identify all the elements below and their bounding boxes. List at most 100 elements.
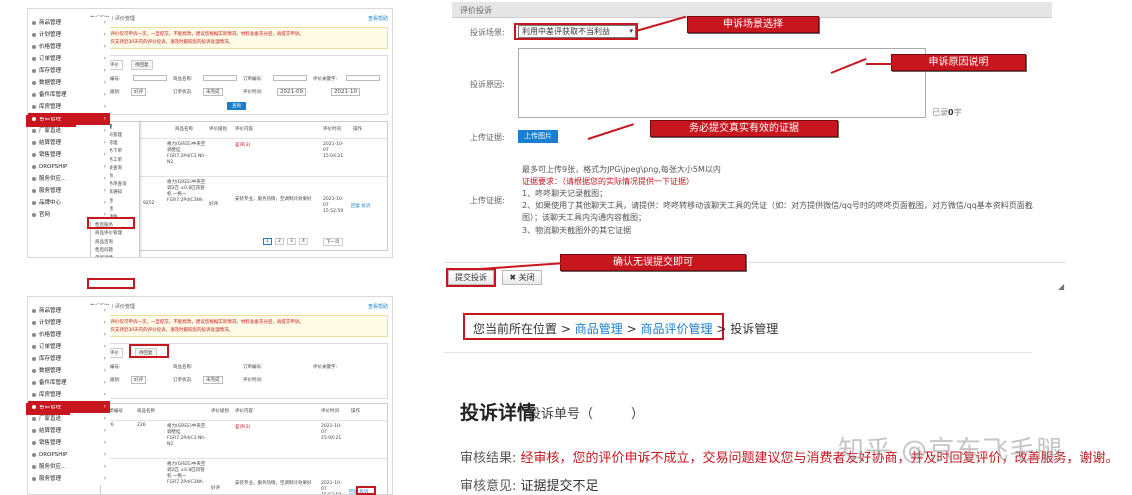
- flyout-item[interactable]: 商品评价管理: [95, 230, 122, 236]
- filter-panel: 全部评价 待回复 商品编号: 商品名称: 订单编号: 评价关键字: 评价级别: …: [90, 55, 388, 115]
- menu-dot-icon: [32, 128, 36, 133]
- sidebar-item[interactable]: 官网 ›: [28, 209, 110, 221]
- sidebar-item-label: 订单管理: [39, 56, 62, 62]
- sidebar-item[interactable]: 厂家直送 ›: [28, 413, 110, 425]
- sidebar-item[interactable]: 库房管理 ›: [28, 389, 110, 401]
- sidebar-item[interactable]: 结算管理 ›: [28, 425, 110, 437]
- col-level: 评价级别: [211, 409, 229, 414]
- row-product-name: 格力(GREE)中央空调2匹 ±0.8匹风管机 一拖一 FGR7.2Pd/C3N…: [167, 462, 206, 485]
- product-id-input[interactable]: [133, 75, 167, 81]
- pager-page-4[interactable]: 4: [299, 238, 308, 245]
- sidebar-item[interactable]: DROPSHIP ›: [28, 161, 110, 173]
- menu-dot-icon: [32, 428, 36, 433]
- sidebar-item[interactable]: 备件库管理 ›: [28, 377, 110, 389]
- date-from-input[interactable]: 2021-09: [277, 88, 306, 96]
- sidebar-item[interactable]: 销售管理 ›: [28, 437, 110, 449]
- tab-pending[interactable]: 待回复: [131, 60, 153, 70]
- col-content: 评价内容: [235, 127, 253, 132]
- location-breadcrumb: 您当前所在位置 > 商品管理 > 商品评价管理 > 投诉管理: [463, 313, 778, 340]
- sidebar-item[interactable]: 服务供应... ›: [28, 173, 110, 185]
- menu-dot-icon: [32, 116, 36, 121]
- flyout-item[interactable]: 商品咨询: [95, 239, 113, 245]
- rating-select[interactable]: 好评: [131, 88, 146, 96]
- sidebar-item[interactable]: 库存管理 ›: [28, 65, 110, 77]
- status-select[interactable]: 未完成: [203, 376, 223, 384]
- sidebar-item[interactable]: 厂家直送 ›: [28, 125, 110, 137]
- tab-pending[interactable]: 待回复: [135, 348, 157, 358]
- flyout-item[interactable]: 售后服务: [95, 222, 113, 228]
- sidebar-item[interactable]: 库房管理 ›: [28, 101, 110, 113]
- resize-handle-icon[interactable]: ◢: [1058, 282, 1064, 291]
- breadcrumb-link-product[interactable]: 商品管理: [575, 322, 623, 336]
- sidebar-item[interactable]: DROPSHIP ›: [28, 449, 110, 461]
- sidebar-item[interactable]: 品牌中心 ›: [28, 197, 110, 209]
- flyout-item[interactable]: 售后问题: [95, 247, 113, 253]
- row-time: 2021-10-07 15:04:21: [321, 424, 342, 441]
- sidebar-item[interactable]: 订单管理 ›: [28, 53, 110, 65]
- scene-select[interactable]: 利用中差评获取不当利益 ▾: [518, 25, 636, 38]
- menu-dot-icon: [32, 308, 36, 313]
- row-time: 2021-10-07 15:52:59: [323, 197, 344, 214]
- pager-next[interactable]: 下一页: [323, 238, 343, 246]
- pager-page-3[interactable]: 3: [287, 238, 296, 245]
- screenshot-top-left: 售后服务 / 评价管理 查看帮助 1、每条评价仅可申诉一次，一旦提交，不能修改，…: [27, 8, 393, 258]
- col-product: 商品名称: [175, 127, 193, 132]
- menu-dot-icon: [32, 404, 36, 409]
- sidebar-item[interactable]: 商品管理 ›: [28, 305, 110, 317]
- row-actions[interactable]: 回复 投诉: [351, 203, 370, 209]
- filter-order-id: 订单编号:: [243, 365, 263, 370]
- sidebar-item[interactable]: 计划管理 ›: [28, 317, 110, 329]
- sidebar-item[interactable]: 服务供应... ›: [28, 461, 110, 473]
- sidebar-item-label: 服务管理: [39, 188, 62, 194]
- sidebar-item[interactable]: 备件库管理 ›: [28, 89, 110, 101]
- close-button[interactable]: ✖ 关闭: [502, 270, 542, 285]
- flyout-item[interactable]: 单据详情: [95, 255, 113, 257]
- col-op: 操作: [353, 127, 362, 132]
- sidebar-item[interactable]: 计划管理 ›: [28, 29, 110, 41]
- query-button[interactable]: 查询: [227, 102, 246, 110]
- menu-dot-icon: [32, 92, 36, 97]
- rating-select[interactable]: 好评: [131, 376, 146, 384]
- sidebar-item[interactable]: 价格管理 ›: [28, 41, 110, 53]
- help-link[interactable]: 查看帮助: [368, 303, 388, 310]
- sidebar-item[interactable]: 数据管理 ›: [28, 77, 110, 89]
- callout-line-reason-2: [866, 63, 892, 65]
- sidebar-item[interactable]: 服务管理 ›: [28, 185, 110, 197]
- help-link[interactable]: 查看帮助: [368, 15, 388, 22]
- sidebar-item[interactable]: 结算管理 ›: [28, 137, 110, 149]
- chevron-right-icon: ›: [103, 115, 106, 122]
- sidebar-item[interactable]: 商品管理 ›: [28, 17, 110, 29]
- sidebar-item[interactable]: 价格管理 ›: [28, 329, 110, 341]
- sidebar-item-label: DROPSHIP: [39, 452, 68, 458]
- row-content: 安装专业，服务热情，空调制冷效果好: [235, 481, 312, 486]
- scene-select-value: 利用中差评获取不当利益: [522, 27, 610, 36]
- sidebar-item-label: 服务供应...: [39, 464, 67, 470]
- menu-dot-icon: [32, 320, 36, 325]
- sidebar-item[interactable]: 售后管理 ›: [28, 401, 110, 413]
- pager-page-2[interactable]: 2: [275, 238, 284, 245]
- status-select[interactable]: 未完成: [203, 88, 223, 96]
- menu-dot-icon: [32, 476, 36, 481]
- sidebar-item[interactable]: 销售管理 ›: [28, 149, 110, 161]
- opinion-value: 证据提交不足: [520, 479, 599, 494]
- keyword-input[interactable]: [346, 75, 380, 81]
- sidebar-item[interactable]: 售后管理 ›: [28, 113, 110, 125]
- pager-page-1[interactable]: 1: [263, 238, 272, 245]
- location-text: 您当前所在位置 > 商品管理 > 商品评价管理 > 投诉管理: [473, 320, 778, 337]
- close-icon: ✖: [509, 273, 517, 282]
- product-name-input[interactable]: [203, 75, 237, 81]
- sidebar-item[interactable]: 库存管理 ›: [28, 353, 110, 365]
- row-product-name: 格力(GREE)中央空调壁挂 FGR7.2Pd/C3 Nh-N2: [167, 424, 206, 447]
- date-to-input[interactable]: 2021-10: [331, 88, 360, 96]
- breadcrumb-link-review[interactable]: 商品评价管理: [640, 322, 712, 336]
- order-id-input[interactable]: [273, 75, 307, 81]
- sidebar-item[interactable]: 数据管理 ›: [28, 365, 110, 377]
- sidebar-item[interactable]: 服务管理 ›: [28, 473, 110, 485]
- sidebar-item[interactable]: 订单管理 ›: [28, 341, 110, 353]
- submit-complaint-button[interactable]: 提交投诉: [448, 270, 494, 285]
- evidence-title: 证据要求：（请根据您的实际情况提供一下证据）: [522, 177, 694, 186]
- row-actions[interactable]: 回复 投诉: [349, 489, 368, 494]
- upload-image-button[interactable]: 上传图片: [518, 130, 558, 143]
- menu-dot-icon: [32, 464, 36, 469]
- callout-reason: 申诉原因说明: [891, 54, 1026, 71]
